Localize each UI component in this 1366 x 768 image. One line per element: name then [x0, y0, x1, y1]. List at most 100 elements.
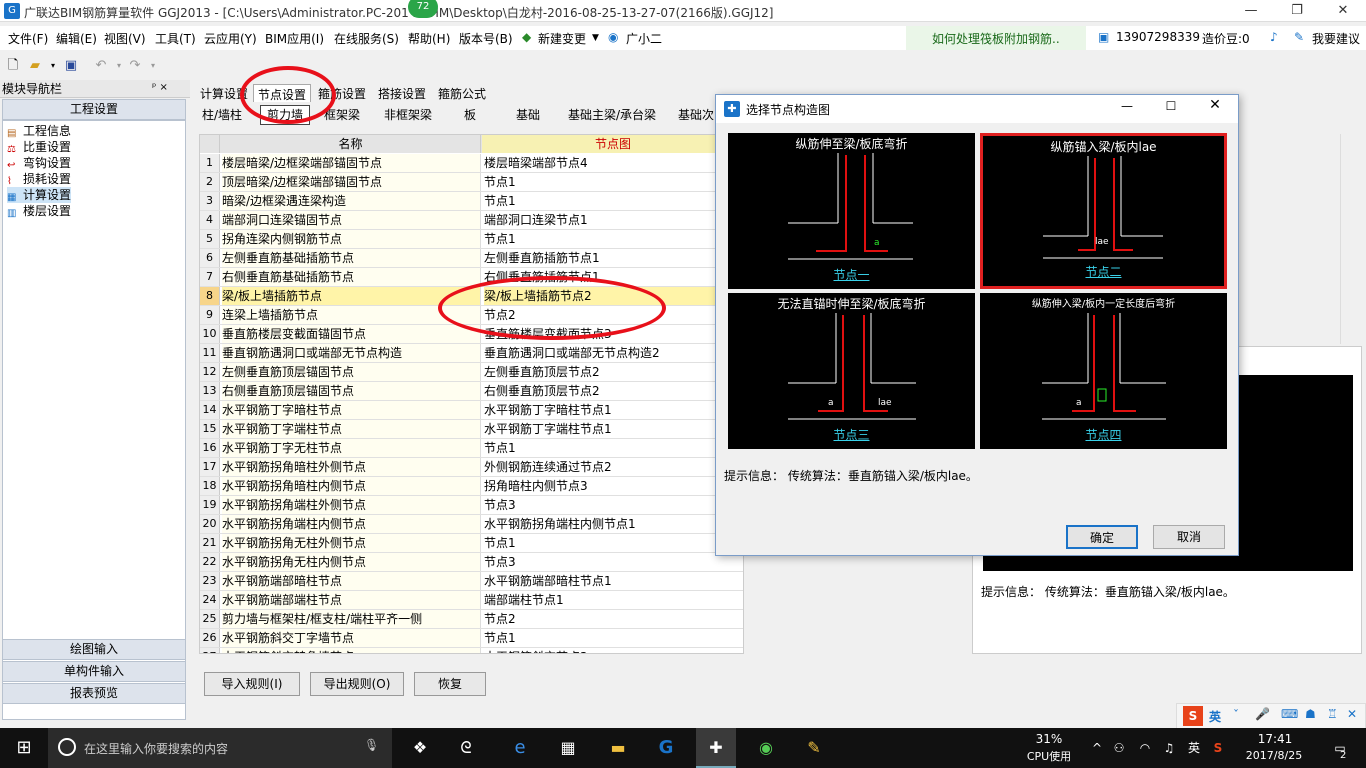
node-option-3[interactable]: 无法直锚时伸至梁/板底弯折 a lae 节点三	[728, 293, 975, 449]
chevron-up-icon[interactable]: ^	[1088, 728, 1106, 768]
notes-app-icon[interactable]: ✎	[794, 728, 834, 768]
row-node[interactable]: 节点1	[484, 230, 743, 248]
row-node[interactable]: 外侧钢筋连续通过节点2	[484, 458, 743, 476]
tree-item-floor[interactable]: ▥ 楼层设置	[7, 203, 71, 219]
row-node[interactable]: 端部洞口连梁节点1	[484, 211, 743, 229]
save-icon[interactable]: ▣	[62, 57, 80, 75]
volume-icon[interactable]: ♫	[1160, 728, 1178, 768]
row-node[interactable]: 水平钢筋丁字端柱节点1	[484, 420, 743, 438]
row-node[interactable]: 垂直筋遇洞口或端部无节点构造2	[484, 344, 743, 362]
menu-version[interactable]: 版本号(B)	[459, 30, 513, 47]
table-row[interactable]: 14 水平钢筋丁字暗柱节点 水平钢筋丁字暗柱节点1	[200, 401, 743, 420]
table-row[interactable]: 20 水平钢筋拐角端柱内侧节点 水平钢筋拐角端柱内侧节点1	[200, 515, 743, 534]
dialog-maximize-button[interactable]: ☐	[1156, 99, 1186, 113]
undo-icon[interactable]: ↶	[92, 57, 110, 75]
menu-new-change[interactable]: 新建变更	[538, 30, 586, 47]
nav-section-report[interactable]: 报表预览	[2, 683, 186, 704]
table-row[interactable]: 19 水平钢筋拐角端柱外侧节点 节点3	[200, 496, 743, 515]
row-node[interactable]: 节点1	[484, 439, 743, 457]
tree-item-weight[interactable]: ⚖ 比重设置	[7, 139, 71, 155]
ok-button[interactable]: 确定	[1066, 525, 1138, 549]
node-option-1[interactable]: 纵筋伸至梁/板底弯折 a 节点一	[728, 133, 975, 289]
row-node[interactable]: 左侧垂直筋顶层节点2	[484, 363, 743, 381]
table-row[interactable]: 18 水平钢筋拐角暗柱内侧节点 拐角暗柱内侧节点3	[200, 477, 743, 496]
tree-item-loss[interactable]: ⌇ 损耗设置	[7, 171, 71, 187]
menu-assistant[interactable]: 广小二	[626, 30, 662, 47]
table-row[interactable]: 3 暗梁/边框梁遇连梁构造 节点1	[200, 192, 743, 211]
menu-file[interactable]: 文件(F)	[8, 30, 48, 47]
people-icon[interactable]: ⚇	[1110, 728, 1128, 768]
shirt-icon[interactable]: ♖	[1327, 707, 1338, 721]
menu-help[interactable]: 帮助(H)	[408, 30, 450, 47]
row-node[interactable]: 右侧垂直筋顶层节点2	[484, 382, 743, 400]
vertical-scrollbar[interactable]	[1340, 134, 1356, 344]
row-node[interactable]: 拐角暗柱内侧节点3	[484, 477, 743, 495]
table-row[interactable]: 6 左侧垂直筋基础插筋节点 左侧垂直筋插筋节点1	[200, 249, 743, 268]
table-row[interactable]: 2 顶层暗梁/边框梁端部锚固节点 节点1	[200, 173, 743, 192]
close-button[interactable]: ✕	[1320, 0, 1366, 22]
table-row[interactable]: 25 剪力墙与框架柱/框支柱/端柱平齐一侧 节点2	[200, 610, 743, 629]
user-phone[interactable]: 13907298339	[1116, 30, 1200, 44]
row-node[interactable]: 楼层暗梁端部节点4	[484, 154, 743, 172]
menu-edit[interactable]: 编辑(E)	[56, 30, 97, 47]
ggj-active-icon[interactable]: ✚	[696, 728, 736, 768]
row-node[interactable]: 节点3	[484, 553, 743, 571]
table-row[interactable]: 16 水平钢筋丁字无柱节点 节点1	[200, 439, 743, 458]
chevron-down-icon[interactable]: ▼	[592, 33, 599, 43]
keyboard-icon[interactable]: ⌨	[1281, 707, 1298, 721]
tab-non-frame-beam[interactable]: 非框架梁	[378, 104, 438, 126]
new-file-icon[interactable]: 🗋	[4, 57, 22, 75]
refresh-app-icon[interactable]: ◉	[746, 728, 786, 768]
row-node[interactable]: 节点1	[484, 192, 743, 210]
wifi-icon[interactable]: ◠	[1136, 728, 1154, 768]
bell-icon[interactable]: ♪	[1270, 30, 1278, 44]
menu-online[interactable]: 在线服务(S)	[334, 30, 399, 47]
ime-indicator[interactable]: 英	[1184, 728, 1204, 768]
dialog-close-button[interactable]: ✕	[1200, 97, 1230, 113]
menu-cloud[interactable]: 云应用(Y)	[204, 30, 257, 47]
pin-close-icon[interactable]: ᵖ ×	[152, 82, 168, 93]
restore-button[interactable]: 恢复	[414, 672, 486, 696]
menu-tools[interactable]: 工具(T)	[155, 30, 196, 47]
menu-view[interactable]: 视图(V)	[104, 30, 146, 47]
row-node[interactable]: 节点2	[484, 610, 743, 628]
action-center-icon[interactable]: ▭	[1322, 728, 1358, 768]
tree-item-hook[interactable]: ↩ 弯钩设置	[7, 155, 71, 171]
store-icon[interactable]: ▦	[548, 728, 588, 768]
minimize-button[interactable]: —	[1228, 0, 1274, 22]
table-row[interactable]: 1 楼层暗梁/边框梁端部锚固节点 楼层暗梁端部节点4	[200, 154, 743, 173]
node-option-2[interactable]: 纵筋锚入梁/板内lae lae 节点二	[980, 133, 1227, 289]
table-row[interactable]: 12 左侧垂直筋顶层锚固节点 左侧垂直筋顶层节点2	[200, 363, 743, 382]
promo-link[interactable]: 如何处理筏板附加钢筋..	[932, 30, 1060, 47]
mic-icon[interactable]: 🎤	[1255, 707, 1270, 721]
table-row[interactable]: 15 水平钢筋丁字端柱节点 水平钢筋丁字端柱节点1	[200, 420, 743, 439]
nav-section-project-settings[interactable]: 工程设置	[2, 99, 186, 120]
sogou-icon[interactable]: S	[1183, 706, 1203, 726]
notification-badge[interactable]: 72	[408, 0, 438, 18]
row-node[interactable]: 水平钢筋端部暗柱节点1	[484, 572, 743, 590]
dialog-minimize-button[interactable]: —	[1112, 99, 1142, 113]
mic-icon[interactable]: 🎙	[364, 738, 379, 752]
chevron-down-icon[interactable]: ▾	[44, 57, 62, 75]
row-node[interactable]: 节点3	[484, 496, 743, 514]
suggest-link[interactable]: 我要建议	[1312, 30, 1360, 47]
table-row[interactable]: 26 水平钢筋斜交丁字墙节点 节点1	[200, 629, 743, 648]
task-view-icon[interactable]: ❖	[400, 728, 440, 768]
cancel-button[interactable]: 取消	[1153, 525, 1225, 549]
tree-item-project-info[interactable]: ▤ 工程信息	[7, 123, 71, 139]
tab-slab[interactable]: 板	[458, 104, 482, 126]
glodon-icon[interactable]: G	[646, 728, 686, 768]
tree-item-calc[interactable]: ▦ 计算设置	[7, 187, 72, 203]
explorer-icon[interactable]: ▬	[598, 728, 638, 768]
maximize-button[interactable]: ❐	[1274, 0, 1320, 22]
column-header-name[interactable]: 名称	[221, 135, 481, 153]
row-node[interactable]: 水平钢筋丁字暗柱节点1	[484, 401, 743, 419]
tab-stirrup-formula[interactable]: 箍筋公式	[434, 84, 490, 102]
nav-section-drawing[interactable]: 绘图输入	[2, 639, 186, 660]
table-row[interactable]: 11 垂直钢筋遇洞口或端部无节点构造 垂直筋遇洞口或端部无节点构造2	[200, 344, 743, 363]
row-node[interactable]: 端部端柱节点1	[484, 591, 743, 609]
menu-bim[interactable]: BIM应用(I)	[265, 30, 324, 47]
clock-time[interactable]: 17:41	[1240, 732, 1310, 746]
row-node[interactable]: 水平钢筋斜交节点3	[484, 648, 743, 653]
nav-section-single[interactable]: 单构件输入	[2, 661, 186, 682]
